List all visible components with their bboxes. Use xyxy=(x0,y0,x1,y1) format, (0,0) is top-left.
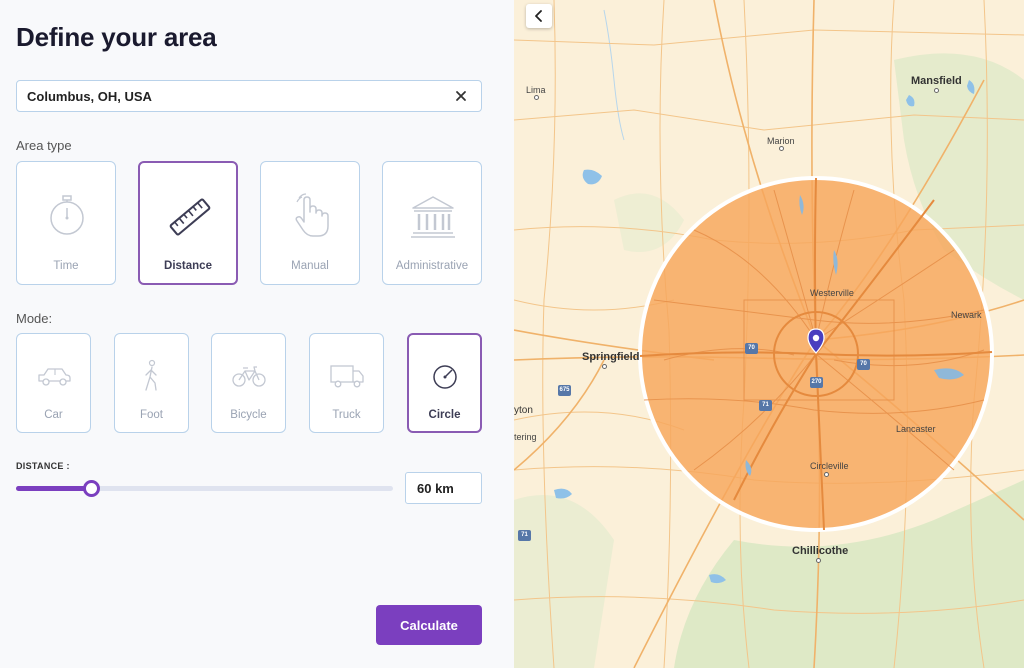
mode-car-label: Car xyxy=(44,409,63,421)
place-circleville: Circleville xyxy=(810,461,849,471)
area-type-administrative[interactable]: Administrative xyxy=(382,161,482,285)
area-type-distance[interactable]: Distance xyxy=(138,161,238,285)
distance-input[interactable] xyxy=(405,472,482,504)
interstate-shield: 70 xyxy=(745,343,758,354)
map-view[interactable]: Mansfield Lima Marion Westerville Newark… xyxy=(514,0,1024,668)
interstate-shield: 270 xyxy=(810,377,823,388)
mode-bicycle-label: Bicycle xyxy=(230,409,267,421)
distance-label: DISTANCE : xyxy=(16,461,70,471)
mode-bicycle[interactable]: Bicycle xyxy=(211,333,286,433)
area-type-distance-label: Distance xyxy=(164,260,212,272)
place-dot xyxy=(816,558,821,563)
hand-pointer-icon xyxy=(295,193,329,237)
interstate-shield: 675 xyxy=(558,385,571,396)
circle-radius-icon xyxy=(433,365,457,389)
mode-foot-label: Foot xyxy=(139,409,163,421)
area-type-manual[interactable]: Manual xyxy=(260,161,360,285)
calculate-button[interactable]: Calculate xyxy=(376,605,482,645)
stopwatch-icon xyxy=(50,195,84,235)
mode-truck[interactable]: Truck xyxy=(309,333,384,433)
government-building-icon xyxy=(411,196,455,238)
mode-truck-label: Truck xyxy=(332,409,361,421)
location-search-field[interactable] xyxy=(16,80,482,112)
slider-thumb[interactable] xyxy=(83,480,101,497)
place-dot xyxy=(824,472,829,477)
place-springfield: Springfield xyxy=(582,351,640,363)
mode-car[interactable]: Car xyxy=(16,333,91,433)
mode-circle-label: Circle xyxy=(428,409,461,421)
mode-label: Mode: xyxy=(16,311,53,326)
place-dot xyxy=(534,95,539,100)
mode-foot[interactable]: Foot xyxy=(114,333,189,433)
chevron-left-icon xyxy=(535,10,542,22)
collapse-panel-button[interactable] xyxy=(526,4,552,28)
bicycle-icon xyxy=(232,366,266,387)
interstate-shield: 71 xyxy=(518,530,531,541)
close-icon[interactable] xyxy=(453,88,469,104)
car-icon xyxy=(38,368,71,386)
place-dot xyxy=(779,146,784,151)
place-chillicothe: Chillicothe xyxy=(792,545,849,557)
place-lima: Lima xyxy=(526,85,546,95)
place-newark: Newark xyxy=(951,310,982,320)
place-dot xyxy=(602,364,607,369)
place-westerville: Westerville xyxy=(810,288,854,298)
location-search-input[interactable] xyxy=(17,81,447,111)
location-pin-icon xyxy=(807,328,825,354)
place-dayton: yton xyxy=(514,405,533,416)
place-kettering: tering xyxy=(514,432,537,442)
area-type-time-label: Time xyxy=(53,260,79,272)
area-type-manual-label: Manual xyxy=(291,260,329,272)
interstate-shield: 71 xyxy=(759,400,772,411)
area-type-label: Area type xyxy=(16,138,72,153)
place-mansfield: Mansfield xyxy=(911,75,962,87)
walking-person-icon xyxy=(145,359,157,391)
mode-circle[interactable]: Circle xyxy=(407,333,482,433)
interstate-shield: 70 xyxy=(857,359,870,370)
ruler-icon xyxy=(169,198,211,236)
page-title: Define your area xyxy=(16,22,217,52)
map-base xyxy=(514,0,1024,668)
place-lancaster: Lancaster xyxy=(896,424,936,434)
distance-slider[interactable] xyxy=(16,480,393,497)
place-marion: Marion xyxy=(767,136,795,146)
place-dot xyxy=(934,88,939,93)
truck-icon xyxy=(330,365,364,388)
area-type-time[interactable]: Time xyxy=(16,161,116,285)
area-type-administrative-label: Administrative xyxy=(395,260,469,272)
slider-fill xyxy=(16,486,92,491)
left-panel: Define your area Area type Time xyxy=(0,0,514,668)
